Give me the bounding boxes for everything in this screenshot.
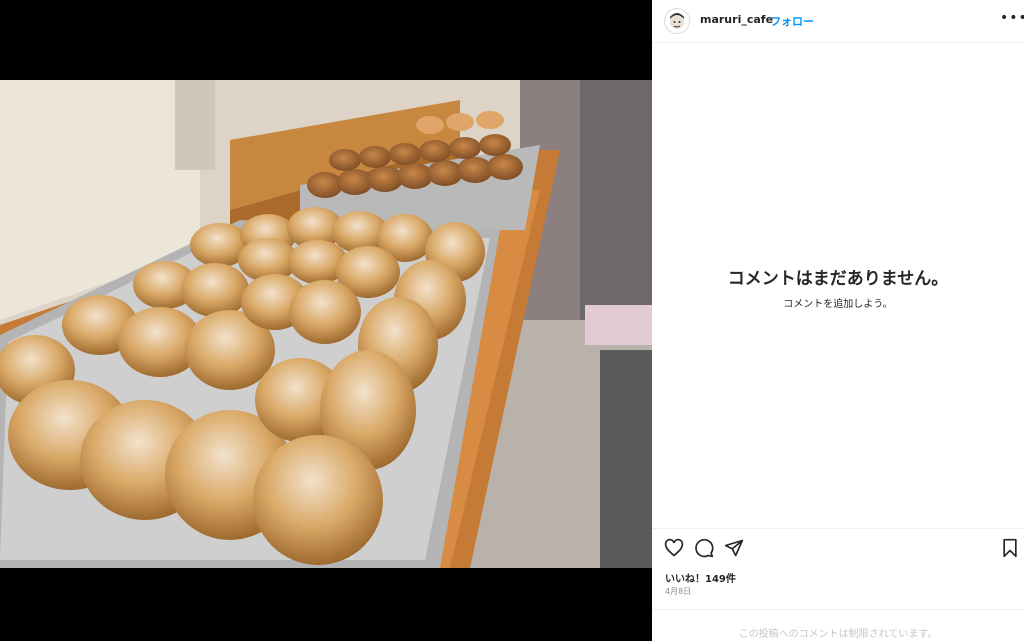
comment-icon[interactable] xyxy=(694,538,714,558)
separator-dot: • xyxy=(760,12,767,25)
empty-comments: コメントはまだありません。 コメントを追加しよう。 xyxy=(652,264,1024,310)
comments-restricted-notice: この投稿へのコメントは制限されています。 xyxy=(738,629,938,640)
post-media xyxy=(0,0,652,641)
bookmark-icon[interactable] xyxy=(1000,538,1020,558)
likes-count[interactable]: いいね！149件 xyxy=(665,570,736,585)
empty-comments-subtitle: コメントを追加しよう。 xyxy=(783,299,893,310)
post-date[interactable]: 4月8日 xyxy=(665,586,691,597)
footer-divider xyxy=(652,609,1024,610)
post-header: maruri_cafe • フォロー ••• xyxy=(652,0,1024,43)
share-icon[interactable] xyxy=(724,538,744,558)
pastry-photo[interactable] xyxy=(0,80,652,568)
heart-icon[interactable] xyxy=(664,538,684,558)
empty-comments-title: コメントはまだありません。 xyxy=(727,269,949,289)
post-panel: maruri_cafe • フォロー ••• コメントはまだありません。 コメン… xyxy=(652,0,1024,641)
avatar[interactable] xyxy=(664,8,690,34)
actions-divider xyxy=(652,528,1024,529)
more-options-icon[interactable]: ••• xyxy=(1000,10,1024,26)
follow-button[interactable]: フォロー xyxy=(770,13,814,29)
